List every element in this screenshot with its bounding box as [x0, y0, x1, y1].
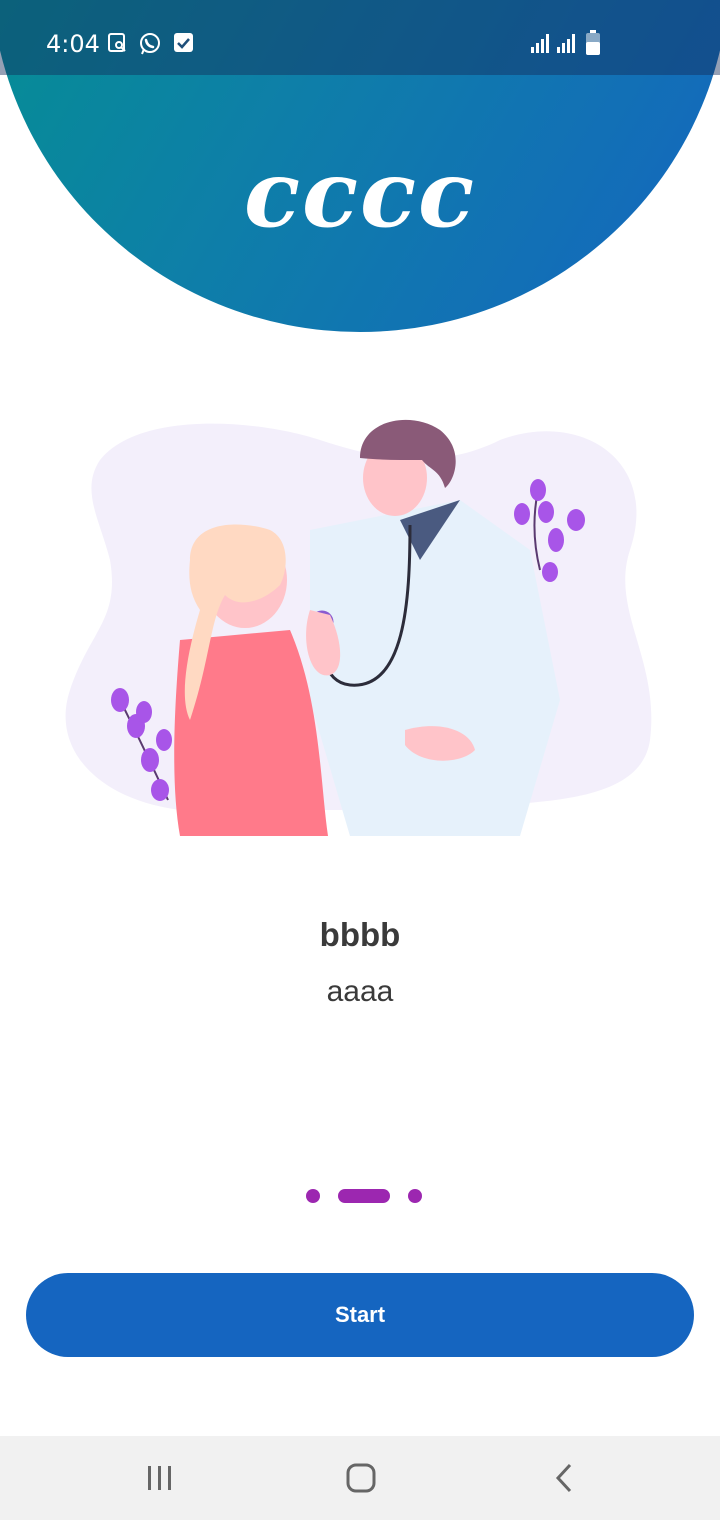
back-icon[interactable]	[534, 1458, 594, 1498]
page-dot	[408, 1189, 422, 1203]
page-indicator	[0, 1187, 720, 1205]
slide-title: bbbb	[319, 916, 401, 953]
checkbox-icon	[173, 32, 195, 58]
brand-title: cccc	[243, 140, 477, 248]
navigation-bar	[0, 1436, 720, 1520]
status-time: 4:04	[46, 30, 100, 58]
page-dot	[306, 1189, 320, 1203]
home-icon[interactable]	[331, 1458, 391, 1498]
recent-apps-icon[interactable]	[130, 1458, 190, 1498]
screenshot-icon	[107, 32, 129, 58]
doctor-patient-illustration	[60, 400, 660, 840]
whatsapp-icon	[138, 32, 162, 60]
slide-subtitle: aaaa	[326, 975, 394, 1008]
signal-icon	[556, 32, 578, 58]
signal-icon	[530, 32, 552, 58]
battery-icon	[585, 30, 601, 60]
start-button[interactable]: Start	[26, 1273, 694, 1357]
status-bar: 4:04	[0, 0, 720, 75]
page-dot-active	[338, 1189, 390, 1203]
